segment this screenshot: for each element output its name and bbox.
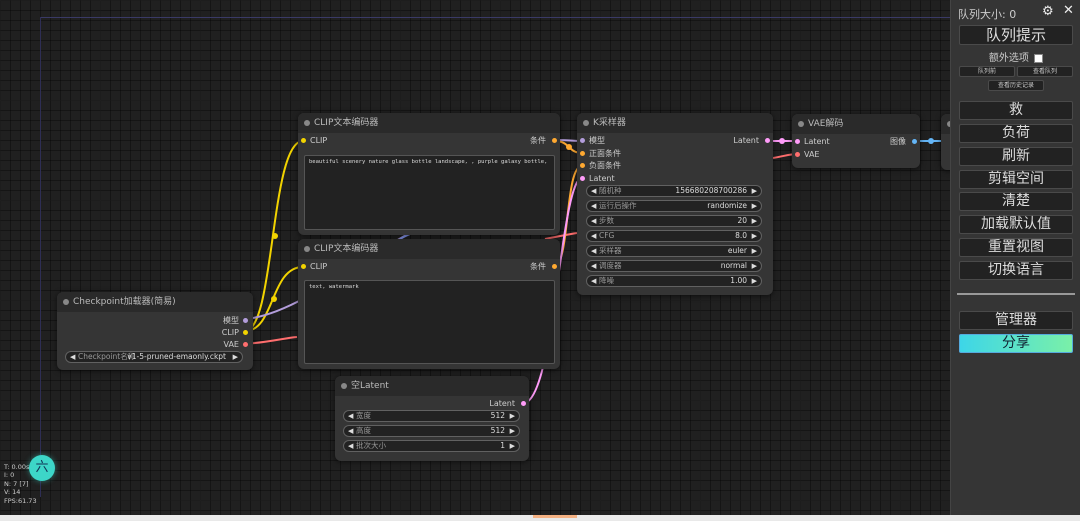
output-slot-latent[interactable] <box>765 138 770 143</box>
node-canvas[interactable]: Checkpoint加载器(简易) 模型 CLIP VAE ◀ Checkpoin… <box>0 0 961 521</box>
negative-prompt-text-input[interactable]: text, watermark <box>304 280 555 364</box>
divider <box>957 293 1075 295</box>
share-button[interactable]: 分享 <box>959 334 1073 353</box>
output-slot-conditioning[interactable] <box>552 138 557 143</box>
wire-clip-neg <box>244 266 304 332</box>
node-checkpoint-loader[interactable]: Checkpoint加载器(简易) 模型 CLIP VAE ◀ Checkpoin… <box>57 292 253 370</box>
node-title[interactable]: CLIP文本编码器 <box>298 239 560 259</box>
input-label-negative: 负面条件 <box>589 161 621 170</box>
output-label-latent: Latent <box>733 136 759 145</box>
sampler-widget[interactable]: ◀ 采样器 euler ▶ <box>586 245 762 257</box>
queue-prompt-button[interactable]: 队列提示 <box>959 25 1073 45</box>
bottom-scrollbar[interactable] <box>0 515 1080 521</box>
batch-size-widget[interactable]: ◀ 批次大小 1 ▶ <box>343 440 520 452</box>
input-slot-latent[interactable] <box>580 176 585 181</box>
input-label-clip: CLIP <box>310 136 328 145</box>
output-label-image: 图像 <box>890 137 906 146</box>
cfg-widget[interactable]: ◀ CFG 8.0 ▶ <box>586 230 762 242</box>
input-slot-vae[interactable] <box>795 152 800 157</box>
input-label-clip: CLIP <box>310 262 328 271</box>
node-ksampler[interactable]: K采样器 模型 正面条件 负面条件 Latent Latent ◀ 随机种 1566… <box>577 113 773 295</box>
node-empty-latent-image[interactable]: 空Latent Latent ◀ 宽度 512 ▶ ◀ 高度 512 ▶ ◀ 批次大小 1 ▶ <box>335 376 529 461</box>
extra-options-checkbox[interactable] <box>1034 53 1044 63</box>
reset-view-button[interactable]: 重置视图 <box>959 238 1073 257</box>
input-label-model: 模型 <box>589 136 605 145</box>
output-label-conditioning: 条件 <box>530 262 546 271</box>
input-slot-clip[interactable] <box>301 264 306 269</box>
node-title[interactable]: VAE解码 <box>792 114 920 134</box>
prompt-text-input[interactable]: beautiful scenery nature glass bottle la… <box>304 155 555 230</box>
view-queue-button[interactable]: 查看队列 <box>1017 66 1073 77</box>
control-after-generate-widget[interactable]: ◀ 运行后操作 randomize ▶ <box>586 200 762 212</box>
extra-options-row: 额外选项 <box>951 49 1080 64</box>
node-title[interactable]: CLIP文本编码器 <box>298 113 560 133</box>
width-widget[interactable]: ◀ 宽度 512 ▶ <box>343 410 520 422</box>
group-border-left <box>40 17 41 497</box>
save-button[interactable]: 救 <box>959 101 1073 120</box>
input-label-latent: Latent <box>589 174 615 183</box>
steps-widget[interactable]: ◀ 步数 20 ▶ <box>586 215 762 227</box>
output-slot-vae[interactable] <box>243 342 248 347</box>
scheduler-widget[interactable]: ◀ 调度器 normal ▶ <box>586 260 762 272</box>
output-label-model: 模型 <box>223 316 239 325</box>
seed-widget[interactable]: ◀ 随机种 156680208700286 ▶ <box>586 185 762 197</box>
input-label-positive: 正面条件 <box>589 149 621 158</box>
load-button[interactable]: 负荷 <box>959 124 1073 143</box>
height-widget[interactable]: ◀ 高度 512 ▶ <box>343 425 520 437</box>
output-slot-model[interactable] <box>243 318 248 323</box>
manager-button[interactable]: 管理器 <box>959 311 1073 330</box>
stat-fps: FPS:61.73 <box>4 496 37 505</box>
view-history-button[interactable]: 查看历史记录 <box>988 80 1044 91</box>
output-slot-latent[interactable] <box>521 401 526 406</box>
input-slot-model[interactable] <box>580 138 585 143</box>
extra-options-label: 额外选项 <box>988 53 1029 64</box>
input-slot-negative[interactable] <box>580 163 585 168</box>
input-slot-latent[interactable] <box>795 139 800 144</box>
queue-menu-panel: 队列大小: 0 ⚙ ✕ 队列提示 额外选项 队列前 查看队列 查看历史记录 救 … <box>950 0 1080 521</box>
wire-clip-pos <box>244 140 304 332</box>
output-label-latent: Latent <box>489 399 515 408</box>
output-label-clip: CLIP <box>221 328 239 337</box>
output-label-vae: VAE <box>223 340 240 349</box>
output-label-conditioning: 条件 <box>530 136 546 145</box>
clipspace-button[interactable]: 剪辑空间 <box>959 170 1073 189</box>
clear-button[interactable]: 清楚 <box>959 192 1073 211</box>
ckpt-name-widget[interactable]: ◀ Checkpoint名称 v1-5-pruned-emaonly.ckpt ▶ <box>65 351 243 363</box>
queue-size-label: 队列大小: 0 <box>958 8 1017 21</box>
avatar[interactable]: 六 <box>29 455 55 481</box>
node-title[interactable]: 空Latent <box>335 376 529 396</box>
output-slot-conditioning[interactable] <box>552 264 557 269</box>
queue-front-button[interactable]: 队列前 <box>959 66 1015 77</box>
refresh-button[interactable]: 刷新 <box>959 147 1073 166</box>
input-slot-positive[interactable] <box>580 151 585 156</box>
close-icon[interactable]: ✕ <box>1063 3 1074 18</box>
input-label-vae: VAE <box>804 150 820 159</box>
denoise-widget[interactable]: ◀ 降噪 1.00 ▶ <box>586 275 762 287</box>
load-default-button[interactable]: 加载默认值 <box>959 215 1073 234</box>
group-border-top <box>40 17 950 18</box>
node-vae-decode[interactable]: VAE解码 Latent VAE 图像 <box>792 114 920 168</box>
node-title[interactable]: Checkpoint加载器(简易) <box>57 292 253 312</box>
stat-nodes: N: 7 [7] <box>4 479 29 488</box>
input-label-latent: Latent <box>804 137 830 146</box>
stat-v: V: 14 <box>4 488 21 497</box>
node-clip-text-encode-positive[interactable]: CLIP文本编码器 CLIP 条件 beautiful scenery natu… <box>298 113 560 235</box>
gear-icon[interactable]: ⚙ <box>1042 4 1054 19</box>
node-title[interactable]: K采样器 <box>577 113 773 133</box>
input-slot-clip[interactable] <box>301 138 306 143</box>
output-slot-clip[interactable] <box>243 330 248 335</box>
output-slot-image[interactable] <box>912 139 917 144</box>
switch-language-button[interactable]: 切换语言 <box>959 261 1073 280</box>
node-clip-text-encode-negative[interactable]: CLIP文本编码器 CLIP 条件 text, watermark <box>298 239 560 369</box>
